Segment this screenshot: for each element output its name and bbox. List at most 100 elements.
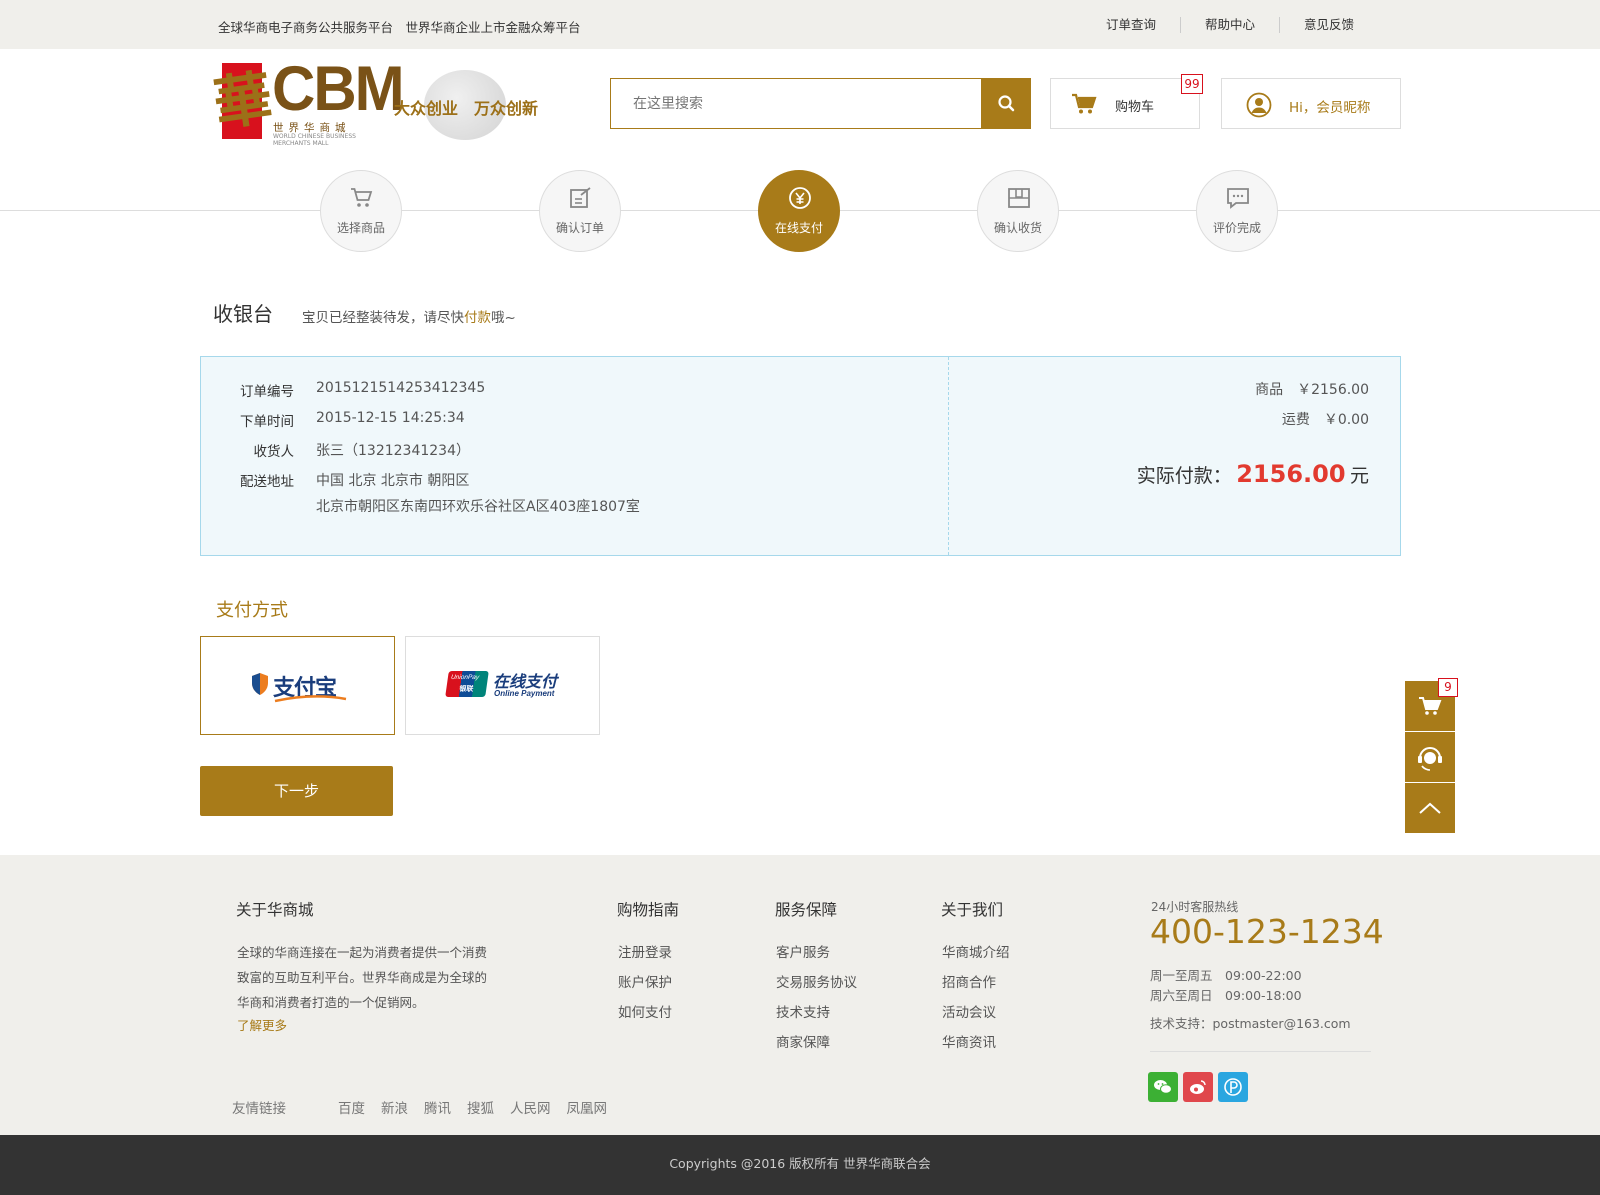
cashier-subtitle: 宝贝已经整装待发，请尽快付款哦~ [302, 310, 516, 326]
hours-weekday: 周一至周五 09:00-22:00 [1150, 968, 1302, 983]
footer-about-title: 关于华商城 [236, 901, 314, 919]
top-slogan: 全球华商电子商务公共服务平台 世界华商企业上市金融众筹平台 [218, 20, 581, 35]
side-service-button[interactable] [1405, 732, 1455, 782]
step-label: 在线支付 [774, 221, 823, 235]
user-label: Hi，会员昵称 [1289, 100, 1371, 116]
footer-link[interactable]: 如何支付 [618, 1001, 672, 1021]
search-button[interactable] [981, 78, 1031, 129]
logo-mark[interactable]: 華 [210, 63, 276, 139]
unionpay-badge-text: UnionPay [450, 674, 480, 681]
friend-link[interactable]: 人民网 [510, 1097, 551, 1117]
step-label: 评价完成 [1212, 221, 1261, 235]
hours-weekend: 周六至周日 09:00-18:00 [1150, 988, 1302, 1003]
unionpay-option[interactable]: UnionPay 银联 在线支付 Online Payment [405, 636, 600, 735]
unionpay-en-label: Online Payment [494, 689, 555, 698]
footer-link[interactable]: 账户保护 [618, 971, 672, 991]
top-link-feedback[interactable]: 意见反馈 [1278, 17, 1354, 33]
friend-links: 百度 新浪 腾讯 搜狐 人民网 凤凰网 [338, 1097, 607, 1117]
friend-link[interactable]: 凤凰网 [567, 1097, 608, 1117]
search-box [610, 78, 982, 129]
order-info-panel: 订单编号 2015121514253412345 下单时间 2015-12-15… [200, 356, 1401, 556]
actual-payment: 实际付款： 2156.00 元 [1137, 460, 1369, 488]
cashier-title: 收银台 [213, 302, 273, 326]
unionpay-badge: UnionPay 银联 [445, 671, 489, 697]
step-confirm-order: 确认订单 [539, 170, 621, 252]
next-step-button[interactable]: 下一步 [200, 766, 393, 816]
pay-now-link[interactable]: 付款 [464, 310, 491, 326]
weibo-button[interactable] [1183, 1072, 1213, 1102]
alipay-option[interactable]: 支付宝 [200, 636, 395, 735]
footer: 关于华商城 全球的华商连接在一起为消费者提供一个消费致富的互助互利平台。世界华商… [0, 855, 1600, 1135]
receiver-label: 收货人 [253, 444, 295, 460]
customer-service-icon [1418, 747, 1442, 771]
user-icon [1246, 92, 1272, 118]
logo-en: WORLD CHINESE BUSINESS MERCHANTS MALL [273, 133, 356, 147]
friend-links-label: 友情链接 [232, 1101, 286, 1117]
back-to-top-button[interactable] [1405, 783, 1455, 833]
top-link-order-query[interactable]: 订单查询 [1082, 17, 1180, 33]
footer-divider [1150, 1051, 1371, 1052]
copyright-bar: Copyrights @2016 版权所有 世界华商联合会 [0, 1135, 1600, 1195]
user-button[interactable]: Hi，会员昵称 [1221, 78, 1401, 129]
chevron-up-icon [1419, 802, 1441, 814]
step-label: 确认订单 [555, 221, 604, 235]
address-line1: 中国 北京 北京市 朝阳区 [316, 473, 470, 489]
wechat-button[interactable] [1148, 1072, 1178, 1102]
logo-brand: CBM [272, 53, 405, 124]
step-confirm-receipt: 确认收货 [977, 170, 1059, 252]
alipay-shield-icon [252, 673, 268, 695]
goods-amount: 商品 ￥2156.00 [1255, 382, 1369, 398]
edit-icon [570, 187, 591, 208]
cart-icon [1072, 93, 1097, 114]
order-time-value: 2015-12-15 14:25:34 [316, 410, 465, 426]
p-social-button[interactable] [1218, 1072, 1248, 1102]
footer-link[interactable]: 技术支持 [776, 1001, 830, 1021]
footer-col-title: 服务保障 [775, 901, 838, 919]
yuan-icon [789, 187, 811, 209]
footer-col-title: 关于我们 [941, 901, 1004, 919]
footer-link[interactable]: 商家保障 [776, 1031, 830, 1051]
footer-link[interactable]: 注册登录 [618, 941, 672, 961]
friend-link[interactable]: 腾讯 [424, 1097, 451, 1117]
actual-amount: 2156.00 [1236, 460, 1346, 488]
hotline-number: 400-123-1234 [1150, 912, 1384, 951]
actual-label: 实际付款： [1136, 465, 1232, 487]
footer-link[interactable]: 客户服务 [776, 941, 830, 961]
friend-link[interactable]: 百度 [338, 1097, 365, 1117]
p-social-icon [1224, 1078, 1242, 1096]
footer-about-text: 全球的华商连接在一起为消费者提供一个消费致富的互助互利平台。世界华商成是为全球的… [237, 945, 488, 1010]
footer-link[interactable]: 华商资讯 [942, 1031, 996, 1051]
cart-button[interactable]: 购物车 [1050, 78, 1200, 129]
weibo-icon [1190, 1080, 1206, 1094]
cart-count-badge: 99 [1181, 74, 1203, 94]
footer-link[interactable]: 活动会议 [942, 1001, 996, 1021]
footer-col-title: 购物指南 [617, 901, 680, 919]
footer-link[interactable]: 招商合作 [942, 971, 996, 991]
freight-amount: 运费 ￥0.00 [1281, 412, 1369, 428]
motto: 大众创业 万众创新 [394, 99, 539, 118]
comment-icon [1227, 188, 1249, 209]
cart-icon [351, 188, 373, 207]
wechat-icon [1154, 1080, 1172, 1094]
alipay-swoosh [274, 695, 347, 703]
friend-link[interactable]: 新浪 [381, 1097, 408, 1117]
top-links: 订单查询 帮助中心 意见反馈 [1082, 17, 1354, 33]
order-time-label: 下单时间 [240, 414, 294, 430]
footer-link[interactable]: 交易服务协议 [776, 971, 857, 991]
top-link-help[interactable]: 帮助中心 [1179, 17, 1279, 33]
search-icon [998, 95, 1015, 112]
footer-link[interactable]: 华商城介绍 [942, 941, 1010, 961]
side-cart-badge: 9 [1438, 678, 1458, 697]
search-input[interactable] [611, 79, 982, 128]
step-label: 选择商品 [336, 221, 385, 235]
step-label: 确认收货 [993, 221, 1042, 235]
footer-learn-more-link[interactable]: 了解更多 [237, 1015, 287, 1034]
actual-unit: 元 [1349, 465, 1369, 487]
cart-label: 购物车 [1115, 100, 1155, 115]
address-label: 配送地址 [240, 474, 294, 490]
box-icon [1008, 188, 1030, 208]
friend-link[interactable]: 搜狐 [467, 1097, 494, 1117]
unionpay-badge-cn: 银联 [458, 685, 474, 693]
step-online-payment: 在线支付 [758, 170, 840, 252]
top-bar: 全球华商电子商务公共服务平台 世界华商企业上市金融众筹平台 [0, 0, 1600, 49]
